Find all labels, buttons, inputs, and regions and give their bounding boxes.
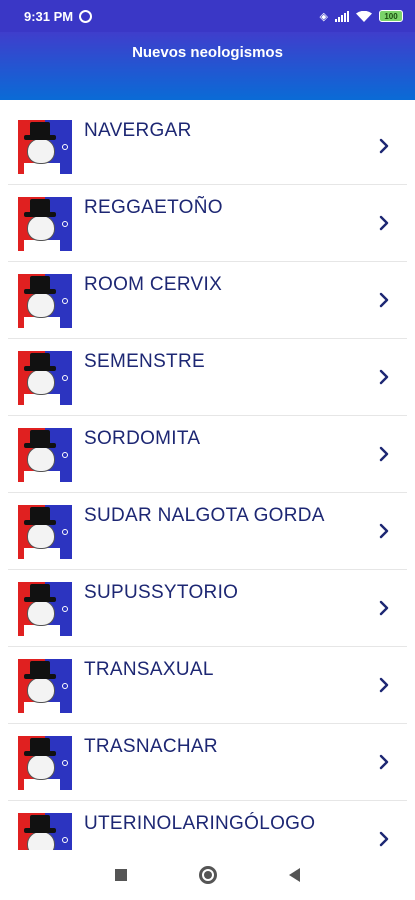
list-item-label: SORDOMITA (84, 428, 201, 449)
list-item[interactable]: TRANSAXUAL (8, 647, 407, 724)
status-time: 9:31 PM (24, 8, 74, 24)
meme-face-top-hat-icon (18, 120, 72, 174)
list-item-label: UTERINOLARINGÓLOGO (84, 813, 316, 834)
list-item[interactable]: SUDAR NALGOTA GORDA (8, 493, 407, 570)
chevron-right-icon[interactable] (375, 599, 393, 617)
battery-icon: 100 (379, 10, 403, 22)
chevron-right-icon[interactable] (375, 676, 393, 694)
triangle-back-icon[interactable] (289, 868, 300, 882)
list-item[interactable]: SEMENSTRE (8, 339, 407, 416)
list-item[interactable]: REGGAETOÑO (8, 185, 407, 262)
list-item-label: SUDAR NALGOTA GORDA (84, 505, 325, 526)
chevron-right-icon[interactable] (375, 291, 393, 309)
list-item-label: ROOM CERVIX (84, 274, 223, 295)
meme-face-top-hat-icon (18, 197, 72, 251)
list-item-label: REGGAETOÑO (84, 197, 223, 218)
signal-icon (335, 10, 349, 22)
chevron-right-icon[interactable] (375, 445, 393, 463)
square-recents-icon[interactable] (115, 869, 127, 881)
meme-face-top-hat-icon (18, 659, 72, 713)
chevron-right-icon[interactable] (375, 753, 393, 771)
list-item[interactable]: NAVERGAR (8, 108, 407, 185)
status-icons: ◈ 100 (320, 10, 403, 23)
meme-face-top-hat-icon (18, 274, 72, 328)
meme-face-top-hat-icon (18, 505, 72, 559)
chevron-right-icon[interactable] (375, 522, 393, 540)
alarm-icon (79, 9, 93, 23)
app-bar: Nuevos neologismos (0, 32, 415, 100)
status-bar: 9:31 PM ◈ 100 (0, 0, 415, 32)
meme-face-top-hat-icon (18, 351, 72, 405)
status-time-group: 9:31 PM (24, 8, 93, 24)
list-item-label: TRASNACHAR (84, 736, 218, 757)
meme-face-top-hat-icon (18, 736, 72, 790)
meme-face-top-hat-icon (18, 813, 72, 850)
list-item-label: SEMENSTRE (84, 351, 205, 372)
list-item-label: TRANSAXUAL (84, 659, 214, 680)
wifi-icon (356, 10, 372, 22)
chevron-right-icon[interactable] (375, 137, 393, 155)
list-item-label: NAVERGAR (84, 120, 192, 141)
system-nav-bar (0, 850, 415, 900)
list-item[interactable]: SORDOMITA (8, 416, 407, 493)
data-saver-icon: ◈ (319, 10, 328, 23)
chevron-right-icon[interactable] (375, 214, 393, 232)
circle-home-icon[interactable] (199, 866, 217, 884)
meme-face-top-hat-icon (18, 582, 72, 636)
neologism-list[interactable]: NAVERGAR REGGAETOÑO ROOM CERVIX SEMENSTRE SO… (0, 108, 415, 850)
chevron-right-icon[interactable] (375, 368, 393, 386)
meme-face-top-hat-icon (18, 428, 72, 482)
list-item[interactable]: TRASNACHAR (8, 724, 407, 801)
list-item[interactable]: UTERINOLARINGÓLOGO (8, 801, 407, 850)
list-item[interactable]: ROOM CERVIX (8, 262, 407, 339)
page-title: Nuevos neologismos (132, 44, 283, 61)
chevron-right-icon[interactable] (375, 830, 393, 848)
list-item-label: SUPUSSYTORIO (84, 582, 239, 603)
list-item[interactable]: SUPUSSYTORIO (8, 570, 407, 647)
